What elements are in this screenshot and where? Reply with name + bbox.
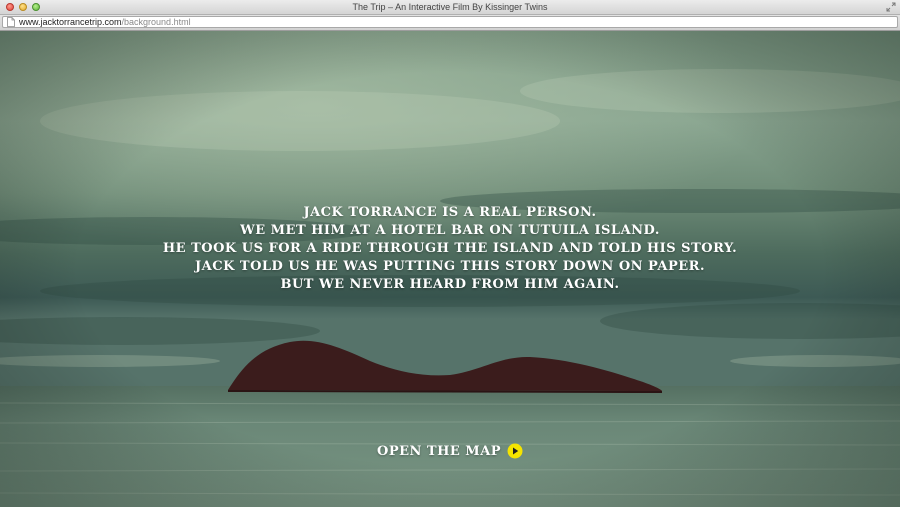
window-title: The Trip – An Interactive Film By Kissin… [352, 2, 548, 12]
url-domain: www.jacktorrancetrip.com [19, 17, 122, 27]
url-path: /background.html [121, 17, 191, 27]
play-circle-icon[interactable] [507, 443, 523, 459]
fullscreen-icon[interactable] [886, 2, 896, 12]
title-bar: The Trip – An Interactive Film By Kissin… [0, 0, 900, 15]
address-bar: www.jacktorrancetrip.com/background.html [0, 15, 900, 31]
browser-window: The Trip – An Interactive Film By Kissin… [0, 0, 900, 507]
story-line: JACK TORRANCE IS A REAL PERSON. [303, 205, 597, 220]
story-line: HE TOOK US FOR A RIDE THROUGH THE ISLAND… [162, 241, 738, 256]
url-text: www.jacktorrancetrip.com/background.html [19, 16, 191, 28]
url-field[interactable]: www.jacktorrancetrip.com/background.html [2, 16, 898, 28]
open-map-button[interactable]: OPEN THE MAP [377, 440, 523, 462]
page-content: JACK TORRANCE IS A REAL PERSON. WE MET H… [0, 31, 900, 507]
story-text: JACK TORRANCE IS A REAL PERSON. WE MET H… [0, 204, 900, 294]
page-icon [7, 17, 15, 27]
story-line: BUT WE NEVER HEARD FROM HIM AGAIN. [280, 277, 620, 292]
open-map-label: OPEN THE MAP [377, 443, 502, 459]
story-line: JACK TOLD US HE WAS PUTTING THIS STORY D… [195, 259, 705, 274]
story-line: WE MET HIM AT A HOTEL BAR ON TUTUILA ISL… [240, 223, 660, 238]
